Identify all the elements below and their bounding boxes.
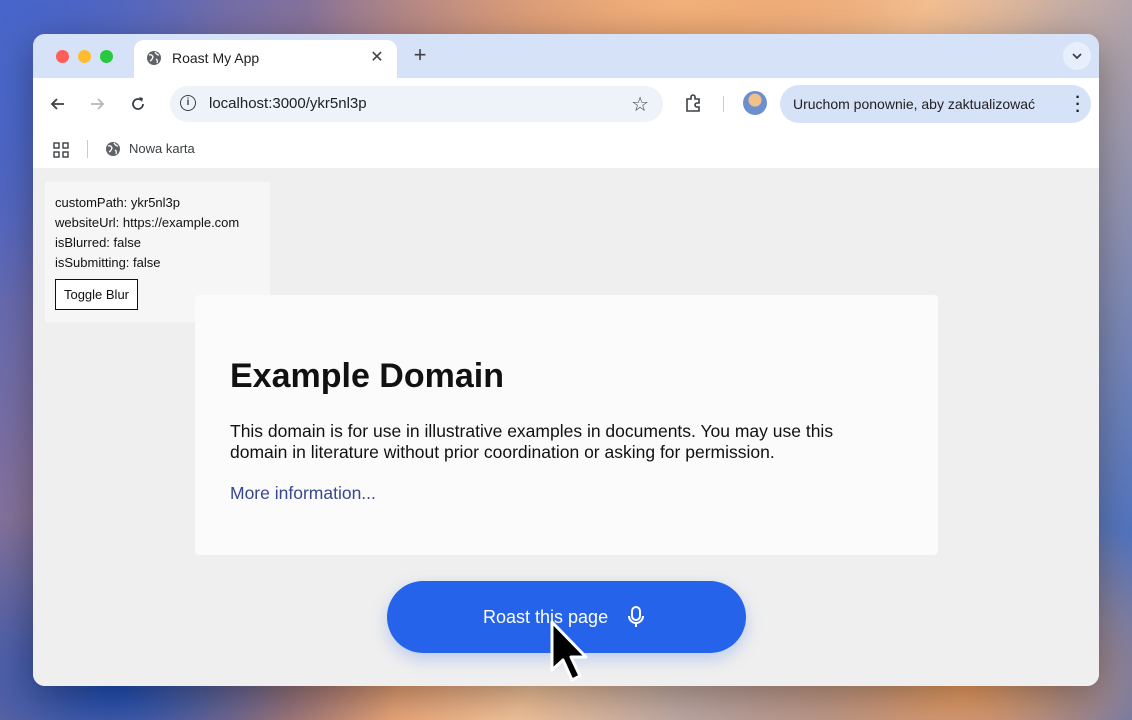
- debug-is-submitting: isSubmitting: false: [55, 255, 161, 270]
- debug-is-blurred: isBlurred: false: [55, 235, 141, 250]
- page-description: This domain is for use in illustrative e…: [230, 421, 834, 462]
- tab-roast-my-app[interactable]: Roast My App ✕: [134, 40, 397, 78]
- browser-window: Roast My App ✕ + i localhost:3000/ykr5nl…: [33, 34, 1099, 686]
- page-title: Example Domain: [230, 357, 504, 395]
- back-button[interactable]: [46, 92, 70, 116]
- extensions-puzzle-icon[interactable]: [683, 92, 705, 114]
- browser-toolbar: i localhost:3000/ykr5nl3p ☆ Uruchom pono…: [33, 78, 1099, 130]
- arrow-left-icon: [50, 98, 64, 110]
- globe-icon: [147, 51, 161, 65]
- mouse-pointer-icon: [550, 620, 588, 682]
- update-restart-label: Uruchom ponownie, aby zaktualizować: [793, 96, 1036, 112]
- website-preview-card: Example Domain This domain is for use in…: [195, 295, 938, 555]
- tab-strip: Roast My App ✕ +: [33, 34, 1099, 78]
- globe-icon[interactable]: [105, 141, 121, 157]
- bookmarks-bar: Nowa karta: [33, 130, 1099, 168]
- arrow-right-icon: [91, 98, 105, 110]
- tab-title: Roast My App: [172, 50, 260, 66]
- window-minimize-button[interactable]: [78, 50, 91, 63]
- toggle-blur-button[interactable]: Toggle Blur: [55, 279, 138, 310]
- more-menu-icon[interactable]: · · ·: [1075, 90, 1081, 120]
- debug-custom-path: customPath: ykr5nl3p: [55, 195, 181, 210]
- bookmark-new-tab[interactable]: Nowa karta: [129, 141, 195, 156]
- reload-button[interactable]: [126, 92, 150, 116]
- tab-search-button[interactable]: [1063, 42, 1091, 70]
- window-close-button[interactable]: [56, 50, 69, 63]
- window-maximize-button[interactable]: [100, 50, 113, 63]
- toolbar-divider: [723, 96, 724, 112]
- info-icon[interactable]: i: [180, 95, 196, 111]
- page-viewport: customPath: ykr5nl3p websiteUrl: https:/…: [33, 168, 1099, 686]
- reload-icon: [132, 97, 144, 110]
- bookmarks-divider: [87, 140, 88, 158]
- microphone-icon: [628, 606, 644, 627]
- update-restart-button[interactable]: Uruchom ponownie, aby zaktualizować · · ·: [780, 85, 1091, 123]
- tab-close-icon[interactable]: ✕: [367, 48, 387, 68]
- url-text[interactable]: localhost:3000/ykr5nl3p: [209, 95, 367, 112]
- forward-button[interactable]: [85, 92, 109, 116]
- address-bar[interactable]: i localhost:3000/ykr5nl3p ☆: [170, 86, 663, 122]
- new-tab-button[interactable]: +: [408, 44, 432, 68]
- profile-avatar[interactable]: [743, 91, 767, 115]
- more-information-link[interactable]: More information...: [230, 483, 376, 504]
- debug-website-url: websiteUrl: https://example.com: [55, 215, 240, 230]
- chevron-down-icon: [1072, 53, 1082, 60]
- bookmark-star-icon[interactable]: ☆: [631, 92, 649, 117]
- apps-grid-icon[interactable]: [53, 142, 69, 158]
